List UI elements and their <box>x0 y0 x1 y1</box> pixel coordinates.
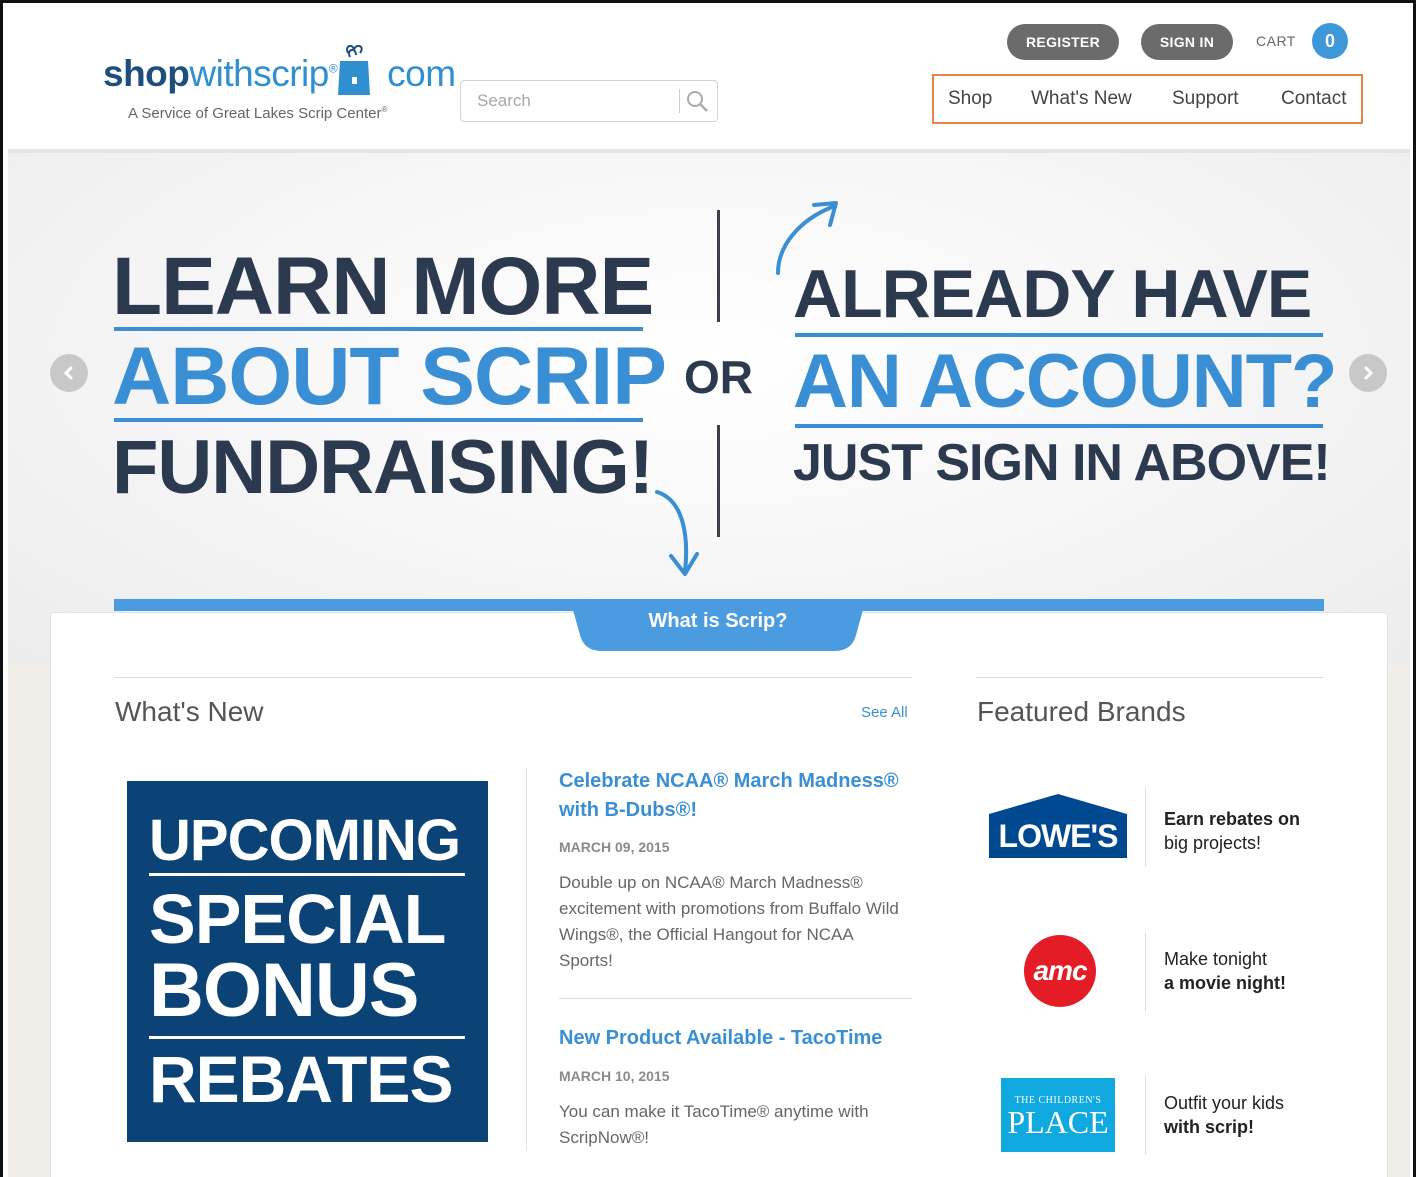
amc-logo-text: amc <box>1033 955 1087 986</box>
whats-new-title: What's New <box>115 696 264 727</box>
cart-count-badge[interactable]: 0 <box>1312 23 1348 59</box>
nav-contact[interactable]: Contact <box>1281 88 1346 110</box>
hero-right-line2: AN ACCOUNT? <box>793 339 1337 424</box>
logo-part-shop: shop <box>103 53 190 94</box>
hero-right-line3: JUST SIGN IN ABOVE! <box>793 434 1331 492</box>
chevron-right-icon <box>1364 366 1374 380</box>
promo-line-3: BONUS <box>149 948 419 1033</box>
hero-right-line1: ALREADY HAVE <box>793 256 1312 332</box>
news-item-date: MARCH 09, 2015 <box>559 839 670 855</box>
promo-line-4: REBATES <box>149 1042 453 1116</box>
hero-left-rule-bottom <box>114 418 643 422</box>
hero-left-line3: FUNDRAISING! <box>112 425 654 510</box>
news-item-title[interactable]: New Product Available - TacoTime <box>559 1024 919 1053</box>
brand-divider <box>1145 1075 1146 1155</box>
site-logo[interactable]: shopwithscrip® com A Service of Great Lak… <box>103 43 456 133</box>
carousel-next-button[interactable] <box>1349 354 1387 392</box>
hero-divider-top <box>717 210 720 322</box>
promo-rule-1 <box>149 873 465 876</box>
search-box <box>460 80 718 122</box>
logo-wordmark: shopwithscrip® com <box>103 53 456 95</box>
hero-right-rule-top <box>795 333 1323 337</box>
site-header: shopwithscrip® com A Service of Great Lak… <box>8 3 1410 149</box>
special-bonus-promo[interactable]: UPCOMING SPECIAL BONUS REBATES <box>127 781 488 1142</box>
brand-tagline-childrens-place: Outfit your kids with scrip! <box>1164 1093 1285 1137</box>
logo-part-com: com <box>387 53 456 94</box>
promo-line-1: UPCOMING <box>149 808 461 873</box>
whats-new-rule <box>114 677 912 678</box>
news-item-date: MARCH 10, 2015 <box>559 1068 670 1084</box>
nav-whats-new[interactable]: What's New <box>1031 88 1132 110</box>
logo-subtitle: A Service of Great Lakes Scrip Center® <box>128 105 388 122</box>
search-divider <box>679 89 680 113</box>
news-item-body: You can make it TacoTime® anytime with S… <box>559 1102 869 1147</box>
brand-divider <box>1145 932 1146 1012</box>
main-nav: Shop What's New Support Contact <box>932 74 1363 124</box>
amc-logo[interactable]: amc <box>1024 935 1096 1007</box>
news-column-divider <box>526 768 527 1150</box>
hero-divider-bottom <box>717 425 720 537</box>
featured-brands-title: Featured Brands <box>977 696 1186 727</box>
carousel-prev-button[interactable] <box>50 354 88 392</box>
brand-tagline-amc: Make tonight a movie night! <box>1164 949 1287 993</box>
hero-left-line1: LEARN MORE <box>112 241 654 332</box>
lowes-logo-text: LOWE'S <box>998 818 1119 854</box>
featured-brands-rule <box>976 677 1324 678</box>
register-button[interactable]: REGISTER <box>1007 24 1119 60</box>
search-input[interactable] <box>461 81 679 121</box>
shopping-bag-icon <box>338 45 370 95</box>
see-all-link[interactable]: See All <box>861 704 908 721</box>
promo-rule-2 <box>149 1036 465 1039</box>
chevron-left-icon <box>63 366 73 380</box>
hero-or-label: OR <box>684 351 753 403</box>
brand-divider <box>1145 787 1146 867</box>
what-is-scrip-label[interactable]: What is Scrip? <box>570 610 866 633</box>
logo-part-with: withscrip <box>189 53 329 94</box>
search-icon <box>687 91 708 112</box>
cart-label[interactable]: CART <box>1256 33 1296 49</box>
childrens-place-logo[interactable]: THE CHILDREN'S PLACE <box>1001 1078 1115 1152</box>
hero-left-line2: ABOUT SCRIP <box>112 331 667 422</box>
header-divider <box>8 149 1410 153</box>
brand-tagline-lowes: Earn rebates on big projects! <box>1164 809 1301 853</box>
news-item-body: Double up on NCAA® March Madness® excite… <box>559 873 899 970</box>
childrens-place-logo-text: PLACE <box>1007 1104 1109 1140</box>
arrow-down-icon <box>655 490 699 576</box>
sign-in-button[interactable]: SIGN IN <box>1141 24 1233 60</box>
search-button[interactable] <box>683 87 713 115</box>
lowes-logo[interactable]: LOWE'S <box>989 794 1127 858</box>
news-item-title[interactable]: Celebrate NCAA® March Madness® with B-Du… <box>559 767 919 825</box>
hero-right-rule-bottom <box>795 424 1323 428</box>
nav-shop[interactable]: Shop <box>948 88 992 110</box>
news-item-divider <box>559 998 912 999</box>
nav-support[interactable]: Support <box>1172 88 1239 110</box>
